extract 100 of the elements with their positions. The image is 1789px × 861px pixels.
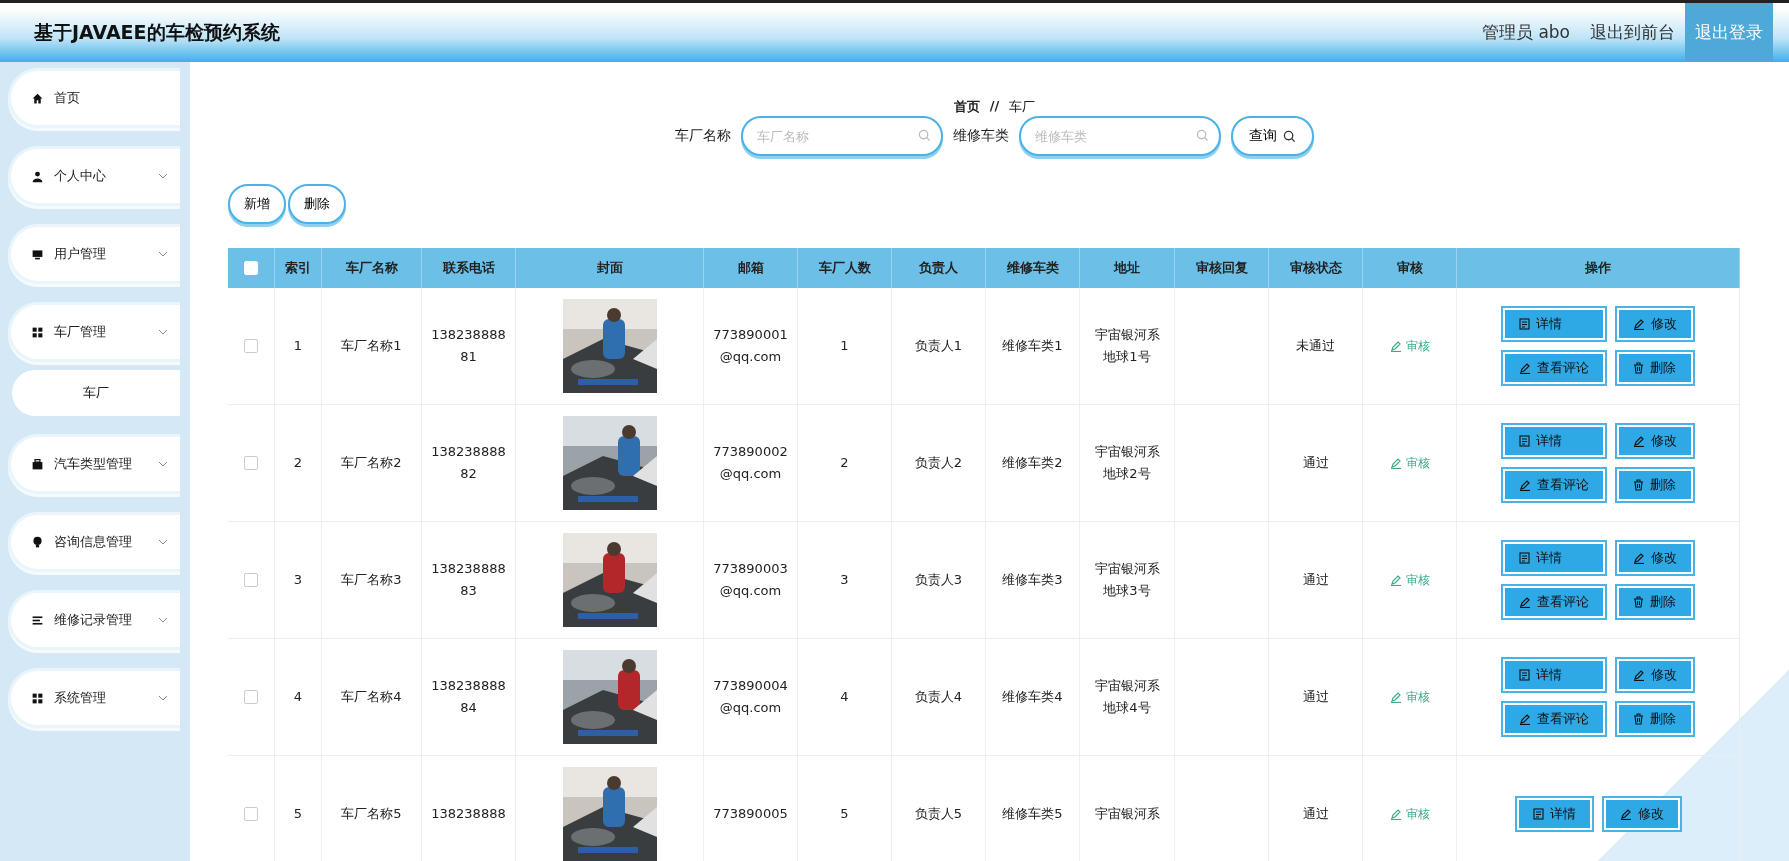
- table-cell-text: 2: [293, 454, 303, 472]
- action-button[interactable]: 查看评论: [1503, 586, 1605, 618]
- column-header: 审核: [1363, 248, 1457, 288]
- home-icon: [31, 91, 44, 105]
- pencil-icon: [1633, 435, 1645, 447]
- checkbox[interactable]: [244, 807, 258, 821]
- action-button[interactable]: 查看评论: [1503, 352, 1605, 384]
- trash-icon: [1633, 713, 1644, 725]
- action-button[interactable]: 详情: [1503, 308, 1605, 340]
- column-header: 联系电话: [422, 248, 516, 288]
- document-icon: [1519, 552, 1530, 564]
- table-cell-text: 维修车类5: [1002, 805, 1063, 823]
- bulb-icon: [31, 535, 44, 549]
- table-cell-text: 3: [293, 571, 303, 589]
- table-cell-text: 维修车类1: [1002, 337, 1063, 355]
- toolbar-button[interactable]: 删除: [288, 184, 346, 224]
- pencil-icon: [1519, 713, 1531, 725]
- action-button[interactable]: 修改: [1617, 659, 1693, 691]
- monitor-icon: [31, 247, 44, 261]
- action-button[interactable]: 删除: [1617, 352, 1693, 384]
- grid-icon: [31, 691, 44, 705]
- table-cell-text: 3: [840, 571, 849, 589]
- sidebar-item[interactable]: 咨询信息管理: [8, 512, 180, 572]
- case-icon: [31, 457, 44, 471]
- header-link[interactable]: 管理员 abo: [1472, 3, 1580, 62]
- checkbox[interactable]: [244, 339, 258, 353]
- column-header: 维修车类: [986, 248, 1080, 288]
- search-field[interactable]: 维修车类: [1019, 116, 1221, 156]
- trash-icon: [1633, 362, 1644, 374]
- checkbox[interactable]: [244, 690, 258, 704]
- table-cell-text: 车厂名称3: [341, 571, 402, 589]
- sidebar-item[interactable]: 用户管理: [8, 224, 180, 284]
- field-label: 维修车类: [953, 127, 1009, 145]
- search-icon: [1196, 129, 1209, 142]
- search-icon: [918, 129, 931, 142]
- action-button[interactable]: 详情: [1516, 798, 1592, 830]
- column-header: 邮箱: [704, 248, 798, 288]
- trash-icon: [1633, 479, 1644, 491]
- header-link[interactable]: 退出到前台: [1580, 3, 1685, 62]
- table-cell-text: 车厂名称2: [341, 454, 402, 472]
- table-cell-text: 773890001 @qq.com: [713, 326, 788, 366]
- column-header: 车厂人数: [798, 248, 892, 288]
- sidebar-item[interactable]: 车厂管理: [8, 302, 180, 362]
- breadcrumb-item[interactable]: 首页: [953, 98, 980, 116]
- toolbar-button[interactable]: 新增: [228, 184, 286, 224]
- pencil-icon: [1389, 808, 1402, 820]
- table-cell-text: 1: [840, 337, 849, 355]
- table-cell-text: 773890003 @qq.com: [713, 560, 788, 600]
- column-header: 封面: [516, 248, 704, 288]
- action-button[interactable]: 修改: [1617, 308, 1693, 340]
- action-button[interactable]: 详情: [1503, 659, 1605, 691]
- pencil-icon: [1633, 318, 1645, 330]
- action-button[interactable]: 详情: [1503, 542, 1605, 574]
- action-button[interactable]: 删除: [1617, 469, 1693, 501]
- table-cell-text: 138238888 84: [431, 677, 506, 717]
- sidebar-item[interactable]: 系统管理: [8, 668, 180, 728]
- table-cell-text: 未通过: [1296, 337, 1335, 355]
- chevron-icon: [158, 251, 168, 257]
- sidebar-item[interactable]: 汽车类型管理: [8, 434, 180, 494]
- table-cell-text: 宇宙银河系 地球2号: [1094, 443, 1160, 483]
- action-button[interactable]: 修改: [1617, 542, 1693, 574]
- user-icon: [31, 169, 44, 183]
- query-button[interactable]: 查询: [1231, 116, 1314, 156]
- sidebar-item[interactable]: 维修记录管理: [8, 590, 180, 650]
- action-button[interactable]: 删除: [1617, 586, 1693, 618]
- checkbox[interactable]: [244, 456, 258, 470]
- table-cell-text: 负责人4: [914, 688, 963, 706]
- table-cell-text: 5: [293, 805, 303, 823]
- grid-icon: [31, 325, 44, 339]
- table-cell-text: 通过: [1302, 571, 1329, 589]
- action-button[interactable]: 查看评论: [1503, 469, 1605, 501]
- sidebar-item[interactable]: 首页: [8, 68, 180, 128]
- table-cell-text: 维修车类3: [1002, 571, 1063, 589]
- pencil-icon: [1519, 362, 1531, 374]
- search-field[interactable]: 车厂名称: [741, 116, 943, 156]
- column-header: 地址: [1080, 248, 1175, 288]
- document-icon: [1519, 318, 1530, 330]
- action-button[interactable]: 删除: [1617, 703, 1693, 735]
- table-cell-text: 1: [293, 337, 303, 355]
- breadcrumb-separator: //: [989, 98, 1000, 115]
- table-cell-text: 负责人2: [914, 454, 963, 472]
- table-cell-text: 138238888 81: [431, 326, 506, 366]
- sidebar-item[interactable]: 个人中心: [8, 146, 180, 206]
- document-icon: [1519, 435, 1530, 447]
- action-button[interactable]: 修改: [1617, 425, 1693, 457]
- table-cell-text: 宇宙银河系 地球1号: [1094, 326, 1160, 366]
- pencil-icon: [1619, 808, 1632, 820]
- chevron-icon: [158, 329, 168, 335]
- table-cell-text: 773890002 @qq.com: [713, 443, 788, 483]
- sidebar-subitem[interactable]: 车厂: [12, 370, 180, 416]
- table-cell-text: 138238888: [431, 805, 506, 823]
- app-title: 基于JAVAEE的车检预约系统: [33, 19, 280, 45]
- column-header: 车厂名称: [322, 248, 422, 288]
- table-cell-text: 通过: [1302, 805, 1329, 823]
- action-button[interactable]: 查看评论: [1503, 703, 1605, 735]
- checkbox[interactable]: [244, 573, 258, 587]
- column-header: 审核回复: [1175, 248, 1269, 288]
- table-cell-text: 维修车类2: [1002, 454, 1063, 472]
- action-button[interactable]: 详情: [1503, 425, 1605, 457]
- action-button[interactable]: 修改: [1603, 798, 1680, 830]
